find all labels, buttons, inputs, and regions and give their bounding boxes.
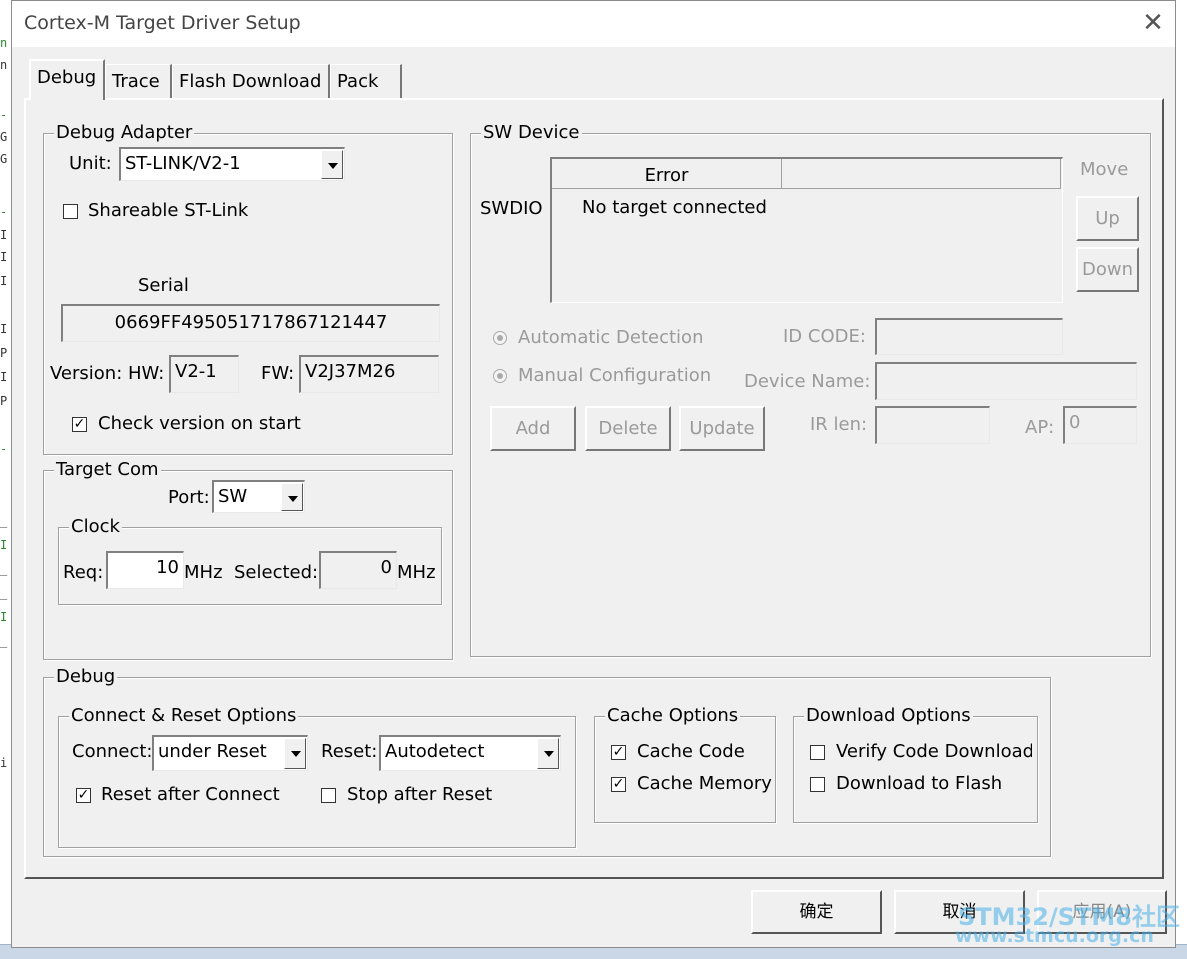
device-name-field[interactable] xyxy=(875,362,1137,400)
connect-select[interactable]: under Reset xyxy=(152,735,308,771)
chevron-down-icon[interactable] xyxy=(284,738,306,769)
window-title: Cortex-M Target Driver Setup xyxy=(24,12,301,34)
tab-debug[interactable]: Debug xyxy=(29,59,105,100)
download-options-legend: Download Options xyxy=(804,705,973,726)
target-driver-setup-dialog: Cortex-M Target Driver Setup ✕ Debug Tra… xyxy=(11,0,1176,948)
serial-label: Serial xyxy=(138,275,189,296)
tab-pack[interactable]: Pack xyxy=(330,64,402,99)
id-code-label: ID CODE: xyxy=(783,326,866,347)
list-item[interactable]: No target connected xyxy=(582,197,767,219)
check-version-checkbox[interactable]: ✓ xyxy=(72,417,87,432)
fw-version-field: V2J37M26 xyxy=(299,355,439,393)
tab-trace[interactable]: Trace xyxy=(105,64,172,99)
update-button[interactable]: Update xyxy=(679,406,765,451)
selected-unit: MHz xyxy=(397,562,436,583)
reset-label: Reset: xyxy=(321,741,378,762)
move-down-button[interactable]: Down xyxy=(1076,247,1139,292)
chevron-down-icon[interactable] xyxy=(281,483,303,511)
check-version-label: Check version on start xyxy=(98,413,301,434)
ap-label: AP: xyxy=(1025,417,1055,438)
close-icon[interactable]: ✕ xyxy=(1138,9,1168,39)
port-label: Port: xyxy=(168,487,210,508)
hw-version-field: V2-1 xyxy=(169,355,239,393)
download-options-group xyxy=(793,716,1038,823)
unit-value: ST-LINK/V2-1 xyxy=(125,153,241,174)
manual-configuration-label: Manual Configuration xyxy=(518,365,712,386)
reset-after-connect-label: Reset after Connect xyxy=(101,784,280,805)
stop-after-reset-label: Stop after Reset xyxy=(347,784,493,805)
sw-device-list[interactable]: Error No target connected xyxy=(550,157,1063,303)
column-header-blank[interactable] xyxy=(782,159,1061,189)
download-to-flash-label: Download to Flash xyxy=(836,773,1003,794)
verify-code-download-checkbox[interactable] xyxy=(810,745,825,760)
ir-len-field[interactable] xyxy=(875,406,990,444)
cache-memory-label: Cache Memory xyxy=(637,773,772,794)
automatic-detection-radio[interactable] xyxy=(493,331,507,345)
reset-select[interactable]: Autodetect xyxy=(379,735,561,771)
delete-button[interactable]: Delete xyxy=(585,406,671,451)
req-clock-input[interactable]: 10 xyxy=(106,551,184,589)
ap-field[interactable]: 0 xyxy=(1063,406,1137,444)
id-code-field[interactable] xyxy=(875,318,1063,355)
connect-label: Connect: xyxy=(72,741,153,762)
debug-options-legend: Debug xyxy=(54,666,118,687)
port-select[interactable]: SW xyxy=(212,480,305,513)
chevron-down-icon[interactable] xyxy=(321,150,343,179)
tab-flash-download[interactable]: Flash Download xyxy=(172,64,330,99)
move-up-button[interactable]: Up xyxy=(1076,196,1139,241)
shareable-checkbox[interactable] xyxy=(63,204,78,219)
cache-code-checkbox[interactable]: ✓ xyxy=(611,745,626,760)
list-header: Error xyxy=(552,159,1061,189)
swdio-label: SWDIO xyxy=(480,198,543,219)
unit-label: Unit: xyxy=(69,153,112,174)
add-button[interactable]: Add xyxy=(490,406,576,451)
move-label: Move xyxy=(1080,159,1129,180)
watermark-line2: www.stmcu.org.cn xyxy=(955,925,1154,947)
verify-code-download-label: Verify Code Download xyxy=(836,741,1032,762)
title-bar: Cortex-M Target Driver Setup ✕ xyxy=(12,1,1175,47)
req-label: Req: xyxy=(63,562,104,583)
download-to-flash-checkbox[interactable] xyxy=(810,777,825,792)
stop-after-reset-checkbox[interactable] xyxy=(321,788,336,803)
cache-options-legend: Cache Options xyxy=(605,705,741,726)
debug-adapter-legend: Debug Adapter xyxy=(54,122,195,143)
selected-label: Selected: xyxy=(234,562,319,583)
req-unit: MHz xyxy=(184,562,223,583)
chevron-down-icon[interactable] xyxy=(537,738,559,769)
clock-legend: Clock xyxy=(69,516,122,537)
unit-select[interactable]: ST-LINK/V2-1 xyxy=(119,147,345,181)
selected-clock-field: 0 xyxy=(319,551,397,589)
sw-device-legend: SW Device xyxy=(481,122,582,143)
serial-field: 0669FF495051717867121447 xyxy=(61,304,440,342)
connect-value: under Reset xyxy=(158,741,267,762)
target-com-legend: Target Com xyxy=(54,459,161,480)
cache-code-label: Cache Code xyxy=(637,741,745,762)
ir-len-label: IR len: xyxy=(810,414,868,435)
cache-options-group xyxy=(594,716,776,823)
ok-button[interactable]: 确定 xyxy=(751,890,882,934)
version-hw-label: Version: HW: xyxy=(50,363,165,384)
shareable-label: Shareable ST-Link xyxy=(88,200,249,221)
manual-configuration-radio[interactable] xyxy=(493,369,507,383)
automatic-detection-label: Automatic Detection xyxy=(518,327,704,348)
reset-value: Autodetect xyxy=(385,741,485,762)
reset-after-connect-checkbox[interactable]: ✓ xyxy=(76,788,91,803)
port-value: SW xyxy=(218,486,248,507)
column-header-error[interactable]: Error xyxy=(552,159,782,189)
fw-label: FW: xyxy=(261,363,295,384)
debug-adapter-group xyxy=(43,133,453,455)
device-name-label: Device Name: xyxy=(744,371,871,392)
cache-memory-checkbox[interactable]: ✓ xyxy=(611,777,626,792)
connect-reset-legend: Connect & Reset Options xyxy=(69,705,299,726)
